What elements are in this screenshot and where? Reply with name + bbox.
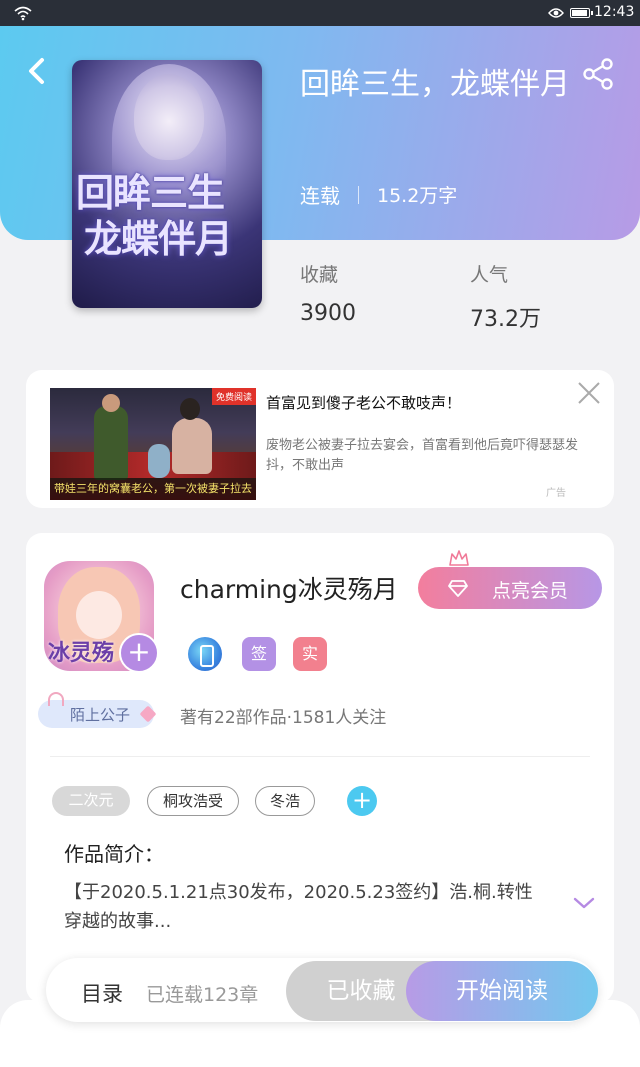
ad-image[interactable]: 免费阅读 带娃三年的窝囊老公，第一次被妻子拉去 [50, 388, 256, 500]
ad-label: 广告 [546, 488, 566, 499]
share-icon[interactable] [580, 56, 616, 92]
vip-button-label: 点亮会员 [492, 580, 569, 602]
serial-status: 连载 [300, 184, 340, 208]
tag[interactable]: 二次元 [52, 786, 130, 816]
ad-banner[interactable]: 免费阅读 带娃三年的窝囊老公，第一次被妻子拉去 首富见到傻子老公不敢吱声！ 废物… [26, 370, 614, 508]
tag[interactable]: 桐攻浩受 [147, 786, 239, 816]
word-count: 15.2万字 [377, 185, 458, 207]
ad-image-figure-head [102, 394, 120, 412]
crown-icon [449, 550, 469, 566]
eye-icon [548, 8, 564, 18]
verified-badge: 实 [293, 637, 327, 671]
status-bar: 12:43 [0, 0, 640, 26]
author-works: 著有22部作品·1581人关注 [180, 708, 387, 728]
avatar-text: 冰灵殇 [48, 641, 115, 666]
meta-divider [358, 185, 359, 204]
intro-heading: 作品简介： [64, 842, 164, 866]
battery-icon [570, 8, 593, 18]
ad-description: 废物老公被妻子拉去宴会，首富看到他后竟吓得瑟瑟发抖，不敢出声 [266, 438, 579, 473]
stat-label: 收藏 [300, 264, 339, 286]
back-arrow-icon[interactable] [20, 54, 54, 88]
cover-title-line2: 龙蝶伴月 [84, 216, 233, 261]
wifi-icon [14, 6, 32, 21]
chevron-down-icon[interactable] [572, 894, 596, 912]
cover-title: 回眸三生 龙蝶伴月 [76, 170, 258, 262]
stat-value: 3900 [300, 301, 356, 326]
clock: 12:43 [594, 4, 635, 20]
intro-text: 【于2020.5.1.21点30发布，2020.5.23签约】浩.桐.转性穿越的… [64, 882, 533, 932]
author-name[interactable]: charming冰灵殇月 [180, 570, 398, 606]
phone-icon [188, 637, 222, 671]
book-title: 回眸三生，龙蝶伴月 [300, 67, 570, 102]
ad-image-child [148, 444, 170, 478]
stat-popularity: 人气 73.2万 [470, 260, 541, 333]
ad-free-badge: 免费阅读 [211, 388, 256, 405]
book-meta: 连载 15.2万字 [300, 180, 457, 209]
stat-favorites: 收藏 3900 [300, 260, 356, 326]
diamond-icon [448, 580, 468, 597]
divider [50, 756, 590, 757]
cover-title-line1: 回眸三生 [76, 170, 225, 215]
stat-value: 73.2万 [470, 307, 541, 332]
tag[interactable]: 冬浩 [255, 786, 315, 816]
signed-badge: 签 [242, 637, 276, 671]
ad-image-caption: 带娃三年的窝囊老公，第一次被妻子拉去 [50, 478, 256, 500]
close-icon[interactable] [574, 378, 604, 408]
ad-image-figure [172, 418, 212, 474]
nickname-label: 陌上公子 [70, 706, 131, 724]
nickname-badge: 陌上公子 [38, 692, 160, 732]
avatar-face [76, 591, 122, 639]
ad-title[interactable]: 首富见到傻子老公不敢吱声！ [266, 392, 461, 413]
book-cover[interactable]: 回眸三生 龙蝶伴月 [72, 60, 262, 308]
add-tag-button[interactable]: + [347, 786, 377, 816]
cover-character [134, 74, 204, 160]
toc-button[interactable]: 目录 [81, 978, 123, 1008]
follow-add-button[interactable]: + [119, 633, 159, 673]
cat-ear-icon [48, 692, 64, 706]
ad-image-figure-head [180, 398, 200, 420]
vip-button[interactable]: 点亮会员 [418, 567, 602, 609]
ad-image-figure [94, 406, 128, 480]
start-reading-button[interactable]: 开始阅读 [406, 961, 598, 1021]
chapter-count[interactable]: 已连载123章 [146, 980, 258, 1007]
stat-label: 人气 [470, 264, 509, 286]
